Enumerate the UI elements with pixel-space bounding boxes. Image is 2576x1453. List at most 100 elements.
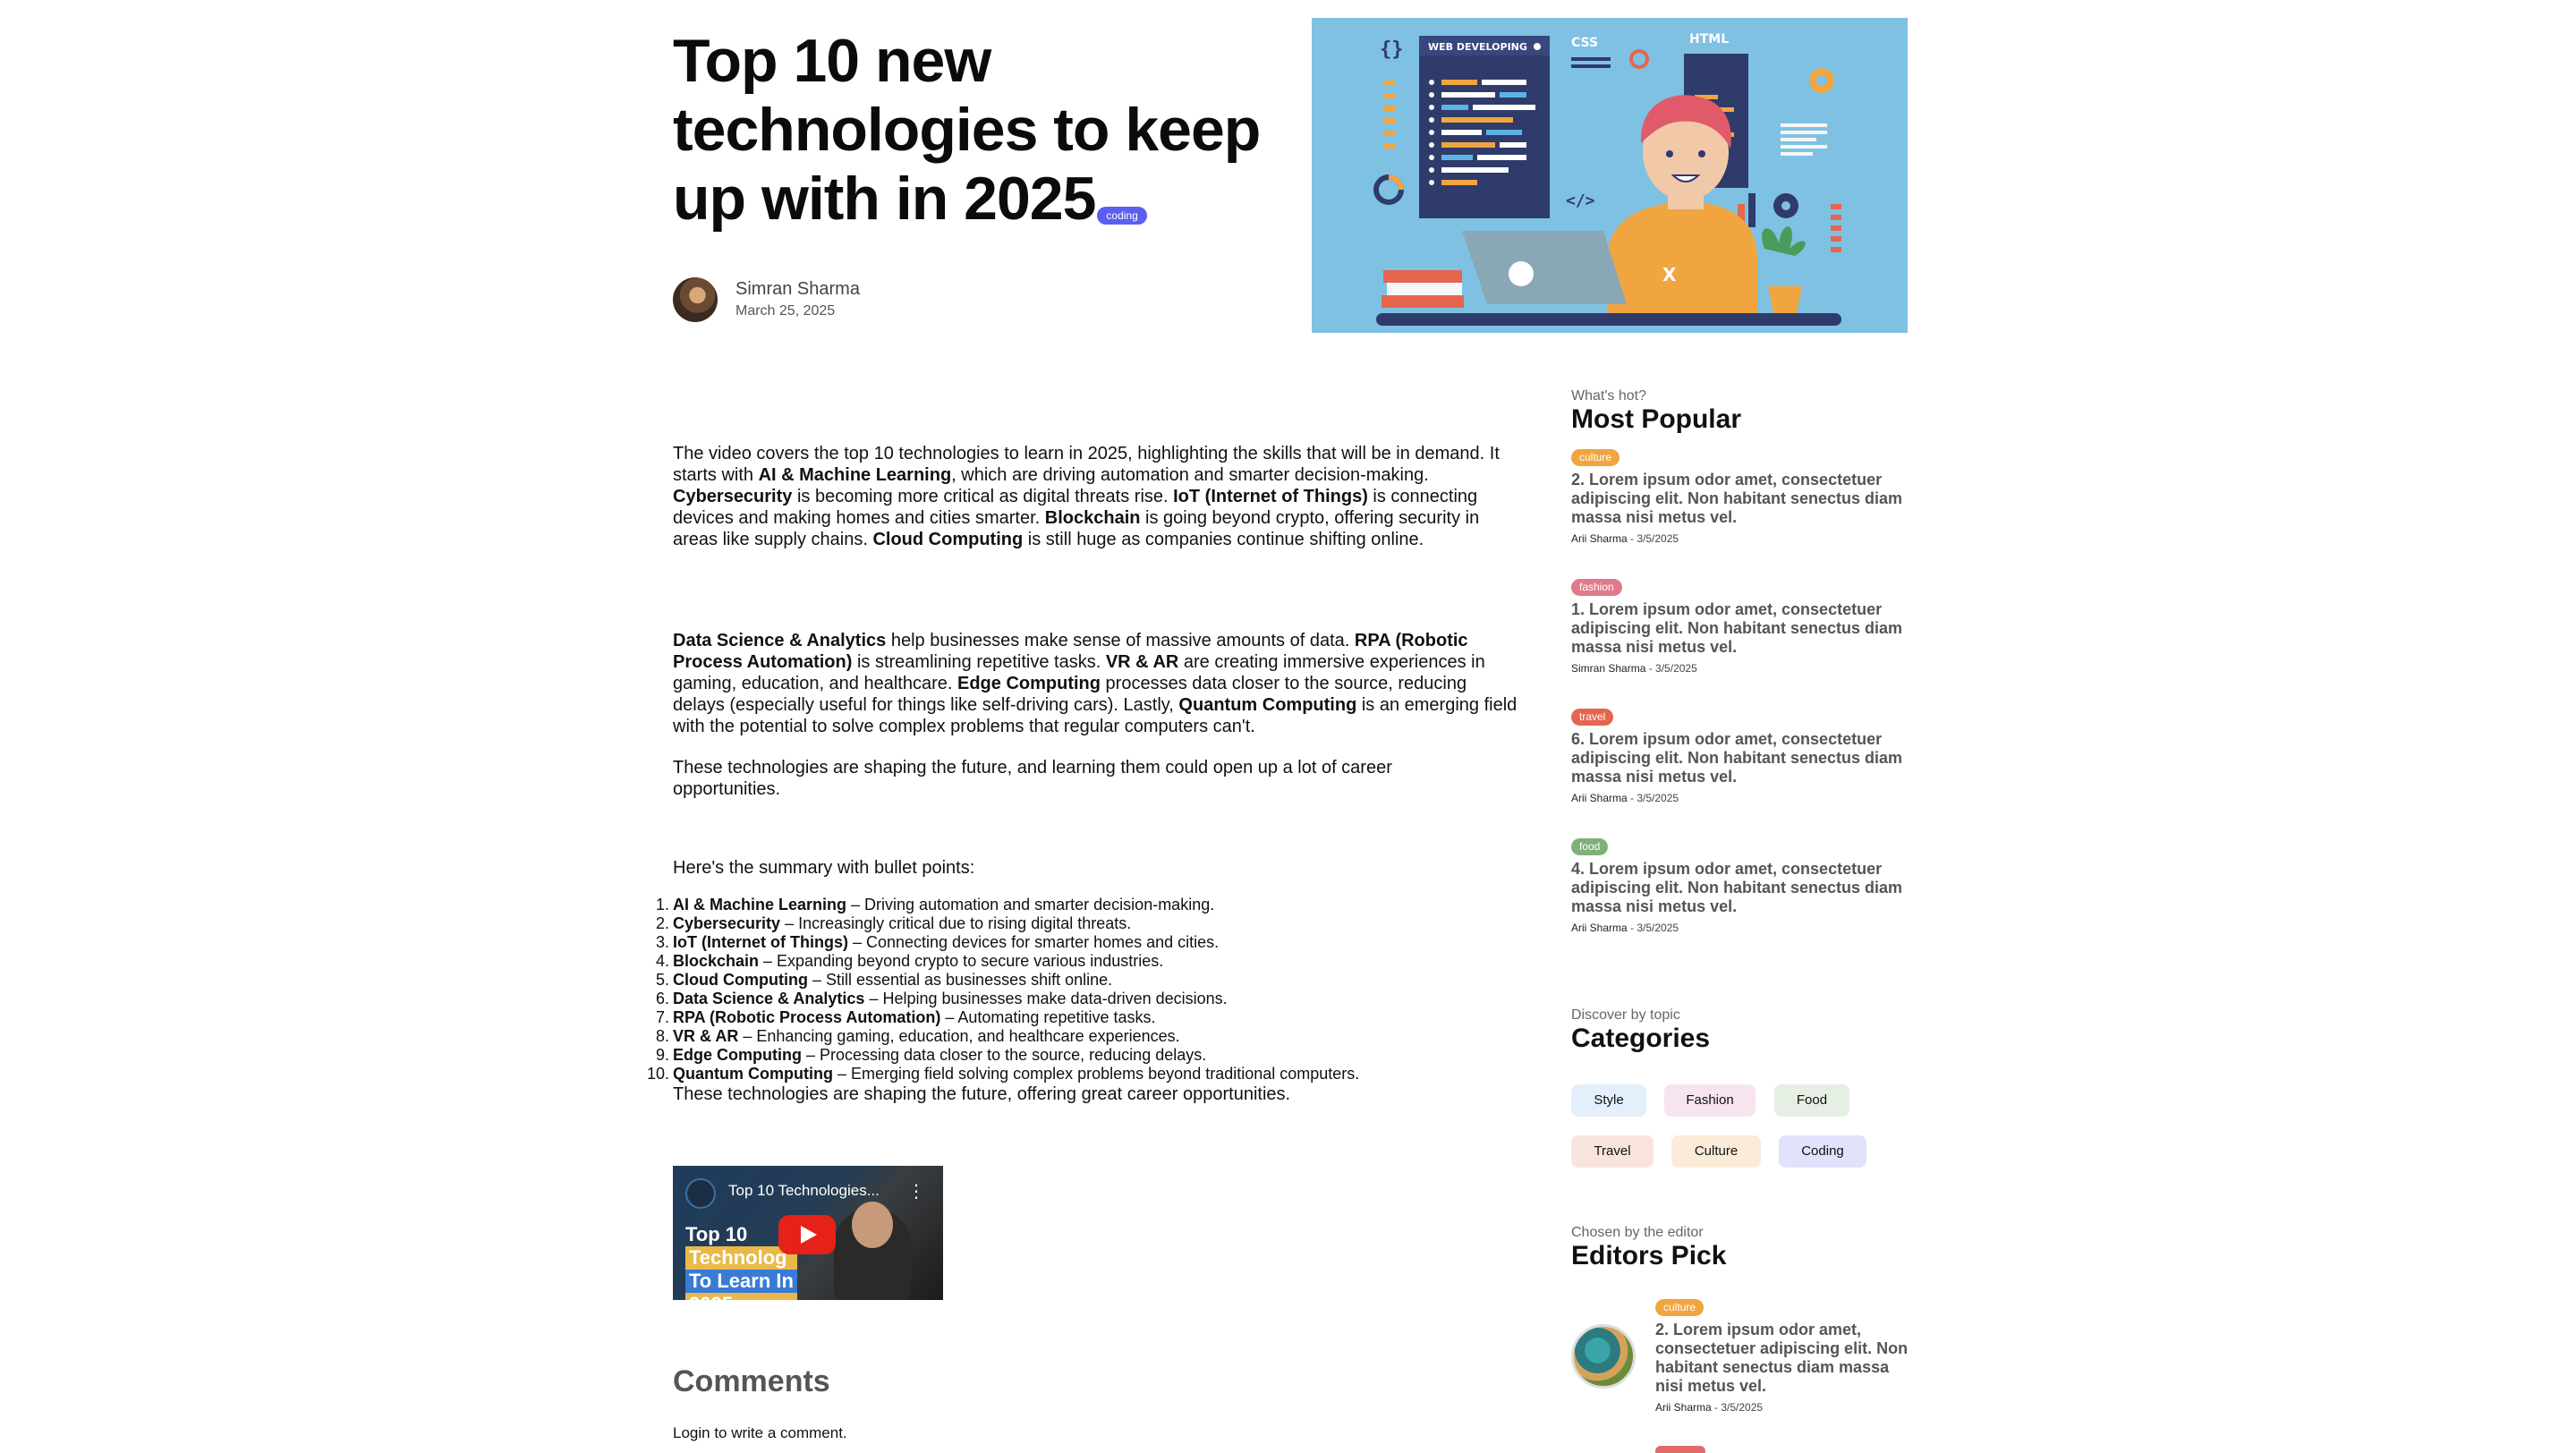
popular-item-title[interactable]: 2. Lorem ipsum odor amet, consectetuer a… bbox=[1571, 471, 1911, 527]
thumb-line-3: To Learn In bbox=[685, 1270, 797, 1293]
list-term: AI & Machine Learning bbox=[673, 896, 847, 913]
play-icon[interactable] bbox=[778, 1215, 836, 1254]
list-number: 3. bbox=[655, 933, 669, 951]
popular-title: Most Popular bbox=[1571, 404, 1742, 434]
popular-item-author[interactable]: Arii Sharma bbox=[1571, 922, 1628, 934]
article-title-text: Top 10 new technologies to keep up with … bbox=[673, 27, 1261, 233]
list-description: – Expanding beyond crypto to secure vari… bbox=[759, 952, 1164, 970]
popular-item-author[interactable]: Arii Sharma bbox=[1571, 792, 1628, 804]
list-term: VR & AR bbox=[673, 1027, 739, 1045]
body-paragraph-3: These technologies are shaping the futur… bbox=[673, 758, 1392, 799]
summary-list-item: 6. Data Science & Analytics – Helping bus… bbox=[656, 990, 1523, 1008]
list-number: 2. bbox=[655, 914, 669, 932]
video-title[interactable]: Top 10 Technologies... bbox=[728, 1182, 880, 1200]
highlighted-term: Edge Computing bbox=[957, 674, 1101, 693]
summary-closing: These technologies are shaping the futur… bbox=[673, 1084, 1291, 1104]
popular-item-author[interactable]: Simran Sharma bbox=[1571, 662, 1645, 675]
summary-list-item: 5. Cloud Computing – Still essential as b… bbox=[656, 971, 1523, 990]
popular-item-title[interactable]: 1. Lorem ipsum odor amet, consectetuer a… bbox=[1571, 600, 1911, 657]
popular-item-tag[interactable]: fashion bbox=[1571, 579, 1622, 596]
popular-item-date: 3/5/2025 bbox=[1637, 792, 1679, 804]
list-number: 5. bbox=[655, 971, 669, 989]
list-description: – Processing data closer to the source, … bbox=[801, 1046, 1207, 1064]
list-description: – Automating repetitive tasks. bbox=[940, 1008, 1156, 1026]
thumb-line-4: 2025 bbox=[685, 1293, 797, 1300]
popular-item[interactable]: travel 6. Lorem ipsum odor amet, consecte… bbox=[1571, 709, 1911, 804]
more-options-icon[interactable]: ⋮ bbox=[907, 1180, 925, 1202]
paragraph-text: help businesses make sense of massive am… bbox=[886, 631, 1355, 650]
highlighted-term: VR & AR bbox=[1105, 652, 1179, 672]
popular-item-title[interactable]: 4. Lorem ipsum odor amet, consectetuer a… bbox=[1571, 860, 1911, 916]
editors-pick-tag[interactable]: culture bbox=[1655, 1299, 1705, 1316]
popular-kicker: What's hot? bbox=[1571, 388, 1646, 404]
hero-label-x: X bbox=[1662, 264, 1677, 285]
article-tag[interactable]: coding bbox=[1097, 207, 1147, 225]
list-term: Quantum Computing bbox=[673, 1065, 833, 1083]
editors-kicker: Chosen by the editor bbox=[1571, 1225, 1704, 1240]
categories-title: Categories bbox=[1571, 1024, 1711, 1053]
popular-item-title[interactable]: 6. Lorem ipsum odor amet, consectetuer a… bbox=[1571, 730, 1911, 786]
list-term: Cloud Computing bbox=[673, 971, 808, 989]
category-style-button[interactable]: Style bbox=[1571, 1084, 1646, 1117]
hero-label-webdev: WEB DEVELOPING bbox=[1428, 41, 1527, 53]
channel-logo[interactable] bbox=[685, 1178, 716, 1209]
hero-label-css: CSS bbox=[1571, 36, 1598, 50]
list-term: Cybersecurity bbox=[673, 914, 781, 932]
popular-item-tag[interactable]: travel bbox=[1571, 709, 1614, 726]
popular-item-date: 3/5/2025 bbox=[1655, 662, 1697, 675]
editors-pick-date: 3/5/2025 bbox=[1721, 1401, 1764, 1414]
category-food-button[interactable]: Food bbox=[1774, 1084, 1849, 1117]
summary-list-item: 2. Cybersecurity – Increasingly critical … bbox=[656, 914, 1523, 933]
popular-item[interactable]: culture 2. Lorem ipsum odor amet, consect… bbox=[1571, 449, 1911, 545]
developer-illustration: WEB DEVELOPING {} CSS HTML </> X bbox=[1373, 32, 1841, 326]
category-travel-button[interactable]: Travel bbox=[1571, 1135, 1654, 1168]
list-number: 4. bbox=[655, 952, 669, 970]
list-term: RPA (Robotic Process Automation) bbox=[673, 1008, 941, 1026]
list-description: – Driving automation and smarter decisio… bbox=[846, 896, 1215, 913]
paragraph-text: is streamlining repetitive tasks. bbox=[852, 652, 1106, 672]
paragraph-text: is becoming more critical as digital thr… bbox=[792, 487, 1174, 506]
author-name[interactable]: Simran Sharma bbox=[735, 277, 860, 301]
summary-list-item: 10. Quantum Computing – Emerging field so… bbox=[647, 1065, 1523, 1083]
popular-item-author[interactable]: Arii Sharma bbox=[1571, 532, 1628, 545]
hero-image: WEB DEVELOPING {} CSS HTML </> X bbox=[1312, 18, 1908, 333]
summary-list-item: 1. AI & Machine Learning – Driving automa… bbox=[656, 896, 1523, 914]
highlighted-term: IoT (Internet of Things) bbox=[1173, 487, 1368, 506]
editors-pick-meta: Arii Sharma - 3/5/2025 bbox=[1655, 1401, 1764, 1414]
presenter-face bbox=[852, 1202, 893, 1248]
category-fashion-button[interactable]: Fashion bbox=[1664, 1084, 1756, 1117]
popular-item-meta: Arii Sharma - 3/5/2025 bbox=[1571, 532, 1679, 545]
popular-item-meta: Arii Sharma - 3/5/2025 bbox=[1571, 792, 1679, 804]
editors-pick-author[interactable]: Arii Sharma bbox=[1655, 1401, 1712, 1414]
editors-pick-image[interactable] bbox=[1571, 1324, 1636, 1389]
editors-pick-title[interactable]: 2. Lorem ipsum odor amet, consectetuer a… bbox=[1655, 1321, 1915, 1396]
svg-text:{}: {} bbox=[1380, 38, 1404, 61]
list-description: – Enhancing gaming, education, and healt… bbox=[738, 1027, 1180, 1045]
hero-label-html: HTML bbox=[1689, 32, 1729, 47]
popular-item-tag[interactable]: culture bbox=[1571, 449, 1620, 466]
summary-list-item: 7. RPA (Robotic Process Automation) – Aut… bbox=[656, 1008, 1523, 1027]
popular-item-tag[interactable]: food bbox=[1571, 838, 1609, 855]
summary-list-item: 8. VR & AR – Enhancing gaming, education,… bbox=[656, 1027, 1523, 1046]
highlighted-term: Data Science & Analytics bbox=[673, 631, 887, 650]
highlighted-term: AI & Machine Learning bbox=[758, 465, 952, 485]
list-number: 6. bbox=[655, 990, 669, 1007]
popular-item-date: 3/5/2025 bbox=[1637, 922, 1679, 934]
login-to-comment-link[interactable]: Login to write a comment. bbox=[673, 1424, 847, 1442]
category-coding-button[interactable]: Coding bbox=[1779, 1135, 1866, 1168]
highlighted-term: Quantum Computing bbox=[1178, 695, 1357, 715]
category-culture-button[interactable]: Culture bbox=[1671, 1135, 1761, 1168]
highlighted-term: Cybersecurity bbox=[673, 487, 793, 506]
list-term: Data Science & Analytics bbox=[673, 990, 865, 1007]
popular-item-meta: Arii Sharma - 3/5/2025 bbox=[1571, 922, 1679, 934]
embedded-video[interactable]: Top 10 Technologies... ⋮ Top 10 Technolo… bbox=[673, 1166, 943, 1300]
next-editors-pick-tag[interactable] bbox=[1655, 1446, 1705, 1453]
author-avatar[interactable] bbox=[673, 277, 718, 322]
hero-label-tag: </> bbox=[1566, 191, 1595, 210]
paragraph-text: is still huge as companies continue shif… bbox=[1023, 530, 1424, 549]
highlighted-term: Blockchain bbox=[1044, 508, 1141, 528]
popular-item[interactable]: food 4. Lorem ipsum odor amet, consectetu… bbox=[1571, 838, 1911, 934]
list-term: Edge Computing bbox=[673, 1046, 802, 1064]
popular-item[interactable]: fashion 1. Lorem ipsum odor amet, consect… bbox=[1571, 579, 1911, 675]
list-description: – Connecting devices for smarter homes a… bbox=[847, 933, 1220, 951]
